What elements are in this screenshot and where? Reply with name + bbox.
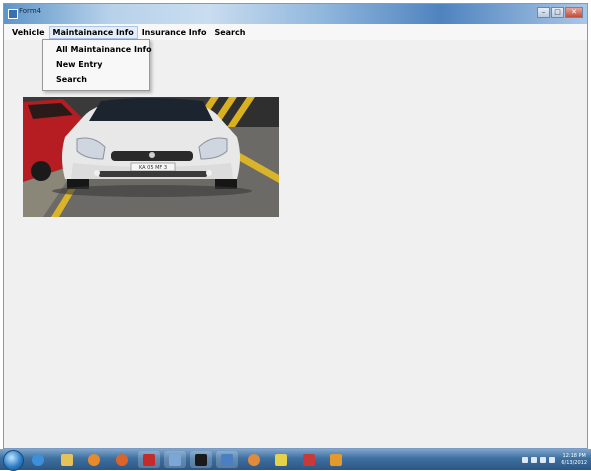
taskbar: 12:18 PM 6/13/2012 [0, 449, 591, 471]
minimize-button[interactable]: – [537, 7, 550, 18]
menu-vehicle[interactable]: Vehicle [8, 26, 49, 39]
vehicle-photo: KA 05 MF 3 [23, 97, 279, 217]
menu-item-all-maintainance-info[interactable]: All Maintainance Info [56, 45, 152, 54]
start-button[interactable] [3, 450, 24, 471]
paint-icon[interactable] [243, 451, 265, 468]
maximize-button[interactable]: □ [551, 7, 564, 18]
window-title: Form4 [19, 7, 42, 15]
form-icon [8, 9, 18, 19]
ie-icon[interactable] [27, 451, 49, 468]
menu-item-search[interactable]: Search [56, 75, 87, 84]
clock[interactable]: 12:18 PM 6/13/2012 [561, 453, 587, 467]
app-red-icon[interactable] [138, 451, 160, 468]
app-window: Form4 – □ ✕ Vehicle Maintainance Info In… [3, 3, 588, 449]
battery-icon[interactable] [540, 456, 547, 463]
acrobat-icon[interactable] [298, 451, 320, 468]
app-blue-icon[interactable] [164, 451, 186, 468]
menu-insurance-info[interactable]: Insurance Info [138, 26, 211, 39]
network-icon[interactable] [522, 456, 529, 463]
menu-search[interactable]: Search [210, 26, 249, 39]
app-doc-icon[interactable] [216, 451, 238, 468]
maintainance-dropdown: All Maintainance Info New Entry Search [42, 39, 152, 91]
close-button[interactable]: ✕ [565, 7, 583, 18]
car-image: KA 05 MF 3 [23, 97, 279, 217]
app-flag-icon[interactable] [325, 451, 347, 468]
firefox-icon[interactable] [111, 451, 133, 468]
app-yellow-icon[interactable] [270, 451, 292, 468]
title-bar[interactable]: Form4 – □ ✕ [4, 4, 587, 24]
clock-date: 6/13/2012 [561, 459, 587, 466]
folder-icon[interactable] [56, 451, 78, 468]
system-tray: 12:18 PM 6/13/2012 [522, 451, 587, 468]
menu-bar: Vehicle Maintainance Info Insurance Info… [4, 24, 587, 40]
flag-icon[interactable] [531, 456, 538, 463]
volume-icon[interactable] [549, 456, 556, 463]
license-plate: KA 05 MF 3 [139, 165, 167, 171]
clock-time: 12:18 PM [562, 452, 586, 459]
menu-maintainance-info[interactable]: Maintainance Info [48, 25, 138, 39]
terminal-icon[interactable] [190, 451, 212, 468]
media-player-icon[interactable] [83, 451, 105, 468]
menu-item-new-entry[interactable]: New Entry [56, 60, 102, 69]
